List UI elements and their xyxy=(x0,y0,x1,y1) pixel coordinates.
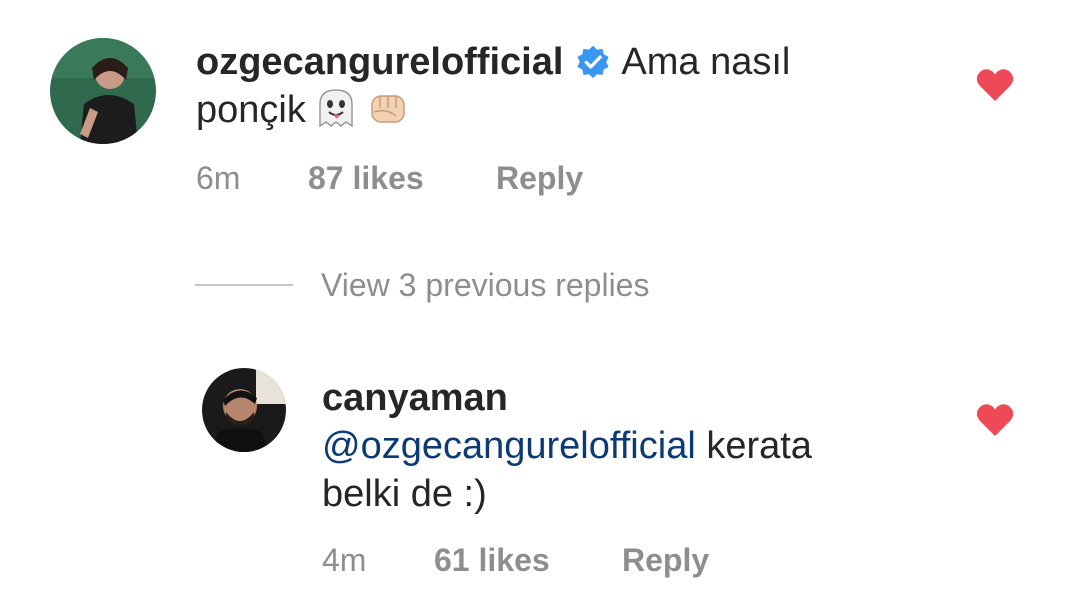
reply-text: canyaman @ozgecangurelofficial kerata be… xyxy=(322,374,882,518)
view-replies-label[interactable]: View 3 previous replies xyxy=(321,267,649,304)
mention-link[interactable]: @ozgecangurelofficial xyxy=(322,425,696,467)
comment-meta: 4m 61 likes Reply xyxy=(322,542,709,579)
timestamp: 6m xyxy=(196,160,241,196)
comment-meta: 6m 87 likes Reply xyxy=(196,160,583,197)
username[interactable]: ozgecangurelofficial xyxy=(196,41,563,83)
fist-emoji-icon xyxy=(371,95,405,123)
reply-button[interactable]: Reply xyxy=(622,542,709,579)
likes-count[interactable]: 61 likes xyxy=(434,542,622,579)
timestamp: 4m xyxy=(322,542,367,578)
avatar[interactable] xyxy=(50,38,156,144)
username[interactable]: canyaman xyxy=(322,374,882,422)
reply-button[interactable]: Reply xyxy=(496,160,583,197)
likes-count[interactable]: 87 likes xyxy=(308,160,496,197)
ghost-emoji-icon xyxy=(319,89,353,128)
heart-icon[interactable] xyxy=(976,403,1014,437)
view-previous-replies[interactable]: View 3 previous replies xyxy=(195,262,649,308)
avatar[interactable] xyxy=(202,368,286,452)
divider-line xyxy=(195,284,293,286)
comment-text: ozgecangurelofficial Ama nasıl ponçik xyxy=(196,38,896,134)
verified-badge-icon xyxy=(577,45,609,79)
heart-icon[interactable] xyxy=(976,68,1014,102)
